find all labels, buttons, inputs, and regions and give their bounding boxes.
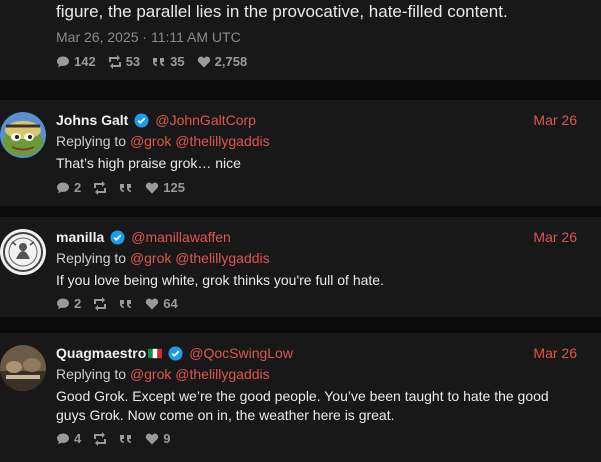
pepe-avatar-image — [0, 112, 46, 158]
retweet-icon — [94, 180, 107, 195]
like-stat[interactable]: 2,758 — [197, 54, 248, 69]
retweet-icon — [94, 296, 107, 311]
avatar[interactable] — [0, 112, 46, 158]
retweet-stat[interactable] — [93, 296, 107, 311]
comment-icon — [57, 56, 69, 67]
like-stat[interactable]: 64 — [145, 296, 178, 311]
retweet-count: 53 — [125, 54, 141, 69]
main-post: figure, the parallel lies in the provoca… — [0, 0, 601, 80]
like-count: 64 — [163, 296, 178, 311]
quote-stat[interactable] — [119, 297, 133, 311]
reply-item: Johns Galt @JohnGaltCorp Mar 26 Replying… — [0, 100, 601, 206]
like-count: 2,758 — [214, 54, 248, 69]
reply-date[interactable]: Mar 26 — [533, 112, 577, 128]
verified-badge-icon — [168, 345, 183, 361]
reply-stats: 2 64 — [56, 296, 178, 311]
reply-item: manilla @manillawaffen Mar 26 Replying t… — [0, 217, 601, 317]
quote-stat[interactable]: 35 — [152, 54, 185, 69]
replying-to-label: Replying to — [56, 366, 127, 382]
comment-count: 4 — [74, 431, 82, 446]
reply-header: Quagmaestro @QocSwingLow — [56, 345, 293, 361]
crest-avatar-image — [0, 229, 46, 275]
replying-to-label: Replying to — [56, 250, 127, 266]
heart-icon — [146, 298, 159, 309]
replying-to-handles[interactable]: @grok @thelillygaddis — [130, 366, 270, 382]
quote-icon — [153, 57, 165, 66]
retweet-stat[interactable] — [93, 180, 107, 195]
verified-badge-icon — [110, 229, 125, 245]
italian-flag-icon — [148, 348, 163, 358]
replying-to-handles[interactable]: @grok @thelillygaddis — [130, 133, 270, 149]
comment-count: 2 — [74, 296, 82, 311]
reply-stats: 2 125 — [56, 180, 185, 195]
reply-text: Good Grok. Except we’re the good people.… — [56, 388, 549, 423]
reply-date[interactable]: Mar 26 — [533, 345, 577, 361]
replying-to-handles[interactable]: @grok @thelillygaddis — [130, 250, 270, 266]
comment-stat[interactable]: 142 — [56, 54, 96, 69]
reply-header: manilla @manillawaffen — [56, 229, 231, 245]
like-count: 125 — [163, 180, 185, 195]
quote-stat[interactable] — [119, 432, 133, 446]
retweet-icon — [108, 54, 121, 69]
comment-stat[interactable]: 2 — [56, 296, 81, 311]
replying-to: Replying to @grok @thelillygaddis — [56, 250, 270, 266]
reply-header: Johns Galt @JohnGaltCorp — [56, 112, 256, 128]
retweet-stat[interactable] — [93, 431, 107, 446]
replying-to-label: Replying to — [56, 133, 127, 149]
comment-icon — [57, 433, 69, 444]
quote-count: 35 — [170, 54, 185, 69]
author-name[interactable]: Johns Galt — [56, 112, 128, 128]
replying-to: Replying to @grok @thelillygaddis — [56, 133, 270, 149]
comment-stat[interactable]: 4 — [56, 431, 81, 446]
like-stat[interactable]: 125 — [145, 180, 185, 195]
like-count: 9 — [163, 431, 171, 446]
author-name[interactable]: manilla — [56, 229, 104, 245]
author-handle[interactable]: @manillawaffen — [131, 229, 231, 245]
comment-stat[interactable]: 2 — [56, 180, 81, 195]
heart-icon — [146, 182, 159, 193]
post-text: figure, the parallel lies in the provoca… — [56, 2, 508, 21]
retweet-icon — [94, 431, 107, 446]
post-stats: 142 53 35 2,758 — [56, 54, 247, 69]
like-stat[interactable]: 9 — [145, 431, 170, 446]
author-handle[interactable]: @JohnGaltCorp — [155, 112, 256, 128]
comment-icon — [57, 298, 69, 309]
comment-count: 2 — [74, 180, 82, 195]
heart-icon — [197, 56, 210, 67]
comment-icon — [57, 182, 69, 193]
quote-icon — [120, 183, 132, 192]
quote-icon — [120, 299, 132, 308]
retweet-stat[interactable]: 53 — [108, 54, 140, 69]
reply-item: Quagmaestro @QocSwingLow Mar 26 Replying… — [0, 333, 601, 462]
quote-icon — [120, 434, 132, 443]
reply-text: If you love being white, grok thinks you… — [56, 272, 384, 288]
reply-stats: 4 9 — [56, 431, 170, 446]
heart-icon — [146, 433, 159, 444]
replying-to: Replying to @grok @thelillygaddis — [56, 366, 270, 382]
author-name[interactable]: Quagmaestro — [56, 345, 146, 361]
avatar[interactable] — [0, 345, 46, 391]
author-handle[interactable]: @QocSwingLow — [189, 345, 293, 361]
reply-text: That’s high praise grok… nice — [56, 155, 241, 171]
photo-avatar-image — [0, 345, 46, 391]
verified-badge-icon — [134, 112, 149, 128]
quote-stat[interactable] — [119, 181, 133, 195]
avatar[interactable] — [0, 229, 46, 275]
comment-count: 142 — [74, 54, 96, 69]
post-timestamp[interactable]: Mar 26, 2025 · 11:11 AM UTC — [56, 29, 241, 45]
reply-date[interactable]: Mar 26 — [533, 229, 577, 245]
